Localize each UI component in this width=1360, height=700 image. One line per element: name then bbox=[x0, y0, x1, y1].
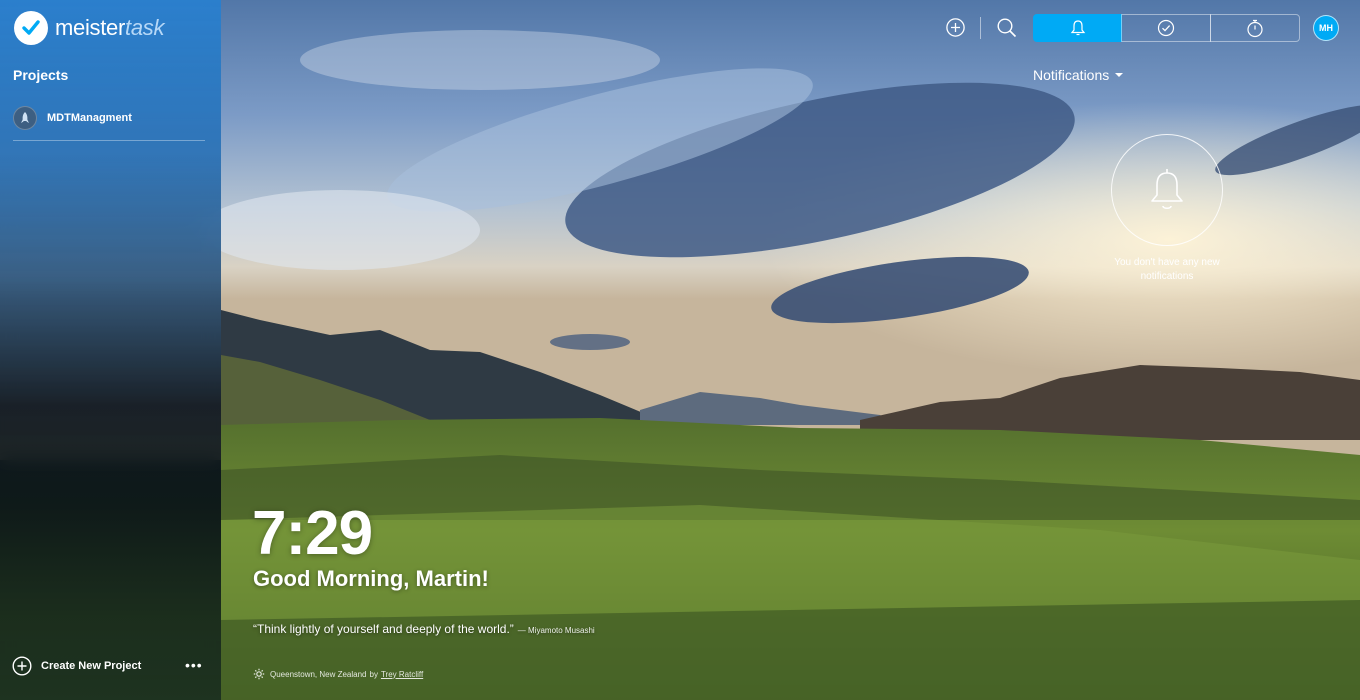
project-name: MDTManagment bbox=[47, 112, 132, 124]
bell-large-icon bbox=[1151, 169, 1183, 210]
daily-quote: “Think lightly of yourself and deeply of… bbox=[253, 622, 595, 636]
photo-location: Queenstown, New Zealand bbox=[270, 669, 367, 679]
add-icon[interactable] bbox=[945, 17, 966, 38]
empty-notifications-message: You don't have any new notifications bbox=[1114, 257, 1220, 282]
empty-notifications-bell bbox=[1111, 134, 1223, 246]
toolbar-divider bbox=[980, 17, 981, 39]
photographer-link[interactable]: Trey Ratcliff bbox=[381, 670, 423, 679]
project-item[interactable]: MDTManagment bbox=[13, 106, 205, 141]
checkmark-logo-icon bbox=[14, 11, 48, 45]
sidebar: meistertask Projects MDTManagment Create… bbox=[0, 0, 221, 700]
more-options-button[interactable]: ••• bbox=[185, 658, 203, 672]
user-avatar[interactable]: MH bbox=[1313, 15, 1339, 41]
projects-heading: Projects bbox=[13, 67, 69, 83]
photo-credit: Queenstown, New Zealand by Trey Ratcliff bbox=[253, 668, 423, 680]
gear-icon[interactable] bbox=[253, 668, 265, 680]
create-new-project-label: Create New Project bbox=[41, 660, 142, 672]
plus-circle-icon bbox=[12, 656, 32, 676]
notifications-dropdown[interactable]: Notifications bbox=[1033, 67, 1124, 83]
tab-tasks[interactable] bbox=[1121, 14, 1211, 42]
tab-time-tracking[interactable] bbox=[1210, 14, 1300, 42]
quote-text: “Think lightly of yourself and deeply of… bbox=[253, 622, 514, 636]
greeting-message: Good Morning, Martin! bbox=[253, 566, 489, 591]
caret-down-icon bbox=[1115, 73, 1124, 77]
tab-notifications[interactable] bbox=[1033, 14, 1122, 42]
notifications-title: Notifications bbox=[1033, 67, 1110, 83]
stopwatch-icon bbox=[1247, 19, 1263, 37]
meistertask-logo[interactable]: meistertask bbox=[14, 11, 164, 45]
create-new-project-button[interactable]: Create New Project bbox=[12, 656, 141, 676]
clock-time: 7:29 bbox=[252, 499, 373, 568]
search-icon[interactable] bbox=[996, 17, 1017, 38]
quote-author: — Miyamoto Musashi bbox=[517, 626, 595, 635]
photo-credit-by: by bbox=[369, 669, 378, 679]
check-circle-icon bbox=[1157, 19, 1175, 37]
logo-wordmark: meistertask bbox=[55, 15, 165, 40]
rocket-icon bbox=[13, 106, 37, 130]
bell-icon bbox=[1070, 20, 1085, 36]
